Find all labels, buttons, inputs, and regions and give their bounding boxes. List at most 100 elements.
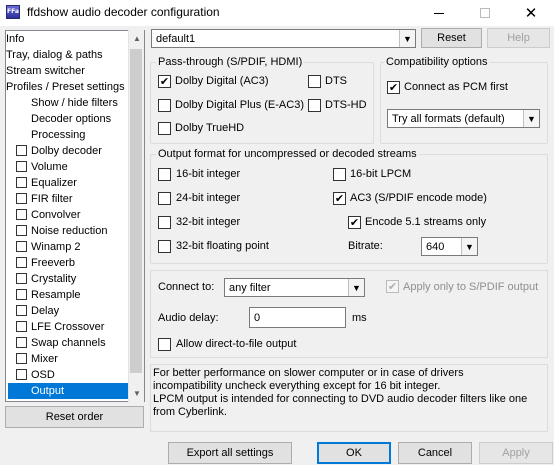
dolby-digital-plus-checkbox[interactable]: [158, 99, 171, 112]
connect-to-value: any filter: [229, 281, 271, 294]
tree-item[interactable]: Processing: [6, 127, 129, 143]
int32-checkbox[interactable]: [158, 216, 171, 229]
tree-item-checkbox[interactable]: [16, 321, 27, 332]
tree-item-label: About: [6, 399, 35, 401]
audio-delay-label: Audio delay:: [158, 312, 219, 324]
tree-item-checkbox[interactable]: [16, 257, 27, 268]
tree-item-checkbox[interactable]: [16, 305, 27, 316]
dolby-digital-plus-label: Dolby Digital Plus (E-AC3): [175, 99, 304, 111]
preset-select[interactable]: default1 ▼: [151, 29, 416, 48]
minimize-button[interactable]: [416, 0, 462, 26]
tree-item[interactable]: Mixer: [6, 351, 129, 367]
tree-item[interactable]: Convolver: [6, 207, 129, 223]
tree-item-checkbox[interactable]: [16, 337, 27, 348]
info-line: from Cyberlink.: [153, 406, 227, 418]
settings-tree[interactable]: Info Tray, dialog & paths Stream switcher P…: [5, 30, 145, 402]
scrollbar-thumb[interactable]: [130, 49, 142, 373]
tree-item-checkbox[interactable]: [16, 369, 27, 380]
tree-item[interactable]: Decoder options: [6, 111, 129, 127]
tree-item[interactable]: Equalizer: [6, 175, 129, 191]
tree-item-label: Swap channels: [31, 337, 106, 349]
tree-item[interactable]: LFE Crossover: [6, 319, 129, 335]
lpcm16-label: 16-bit LPCM: [350, 168, 412, 180]
scroll-down-arrow-icon[interactable]: ▼: [129, 385, 145, 402]
encode51-checkbox[interactable]: ✔: [348, 216, 361, 229]
tree-item[interactable]: Stream switcher: [6, 63, 129, 79]
check-icon: ✔: [387, 280, 398, 293]
tree-item[interactable]: Noise reduction: [6, 223, 129, 239]
tree-item-checkbox[interactable]: [16, 225, 27, 236]
minimize-icon: [434, 12, 444, 14]
bitrate-label: Bitrate:: [348, 240, 383, 252]
tree-item-checkbox[interactable]: [16, 177, 27, 188]
preset-value: default1: [156, 32, 196, 45]
tree-item[interactable]: Crystality: [6, 271, 129, 287]
scroll-up-arrow-icon[interactable]: ▲: [129, 30, 145, 47]
audio-delay-input[interactable]: 0: [249, 307, 346, 328]
direct-file-label: Allow direct-to-file output: [176, 338, 297, 350]
tree-item[interactable]: Output: [8, 383, 129, 399]
dts-checkbox[interactable]: [308, 75, 321, 88]
direct-file-checkbox[interactable]: [158, 338, 171, 351]
tree-item-checkbox[interactable]: [16, 145, 27, 156]
int16-checkbox[interactable]: [158, 168, 171, 181]
dolby-truehd-checkbox[interactable]: [158, 122, 171, 135]
tree-item[interactable]: Dolby decoder: [6, 143, 129, 159]
tree-item-checkbox[interactable]: [16, 273, 27, 284]
tree-item-label: Equalizer: [31, 177, 77, 189]
tree-item-label: Show / hide filters: [31, 97, 118, 109]
int16-label: 16-bit integer: [176, 168, 241, 180]
int32-label: 32-bit integer: [176, 216, 241, 228]
compatibility-title: Compatibility options: [384, 56, 490, 69]
tree-item[interactable]: FIR filter: [6, 191, 129, 207]
check-icon: ✔: [388, 81, 399, 94]
export-settings-button[interactable]: Export all settings: [168, 442, 292, 464]
tree-item[interactable]: Info: [6, 31, 129, 47]
dts-hd-checkbox[interactable]: [308, 99, 321, 112]
tree-item[interactable]: Volume: [6, 159, 129, 175]
cancel-button[interactable]: Cancel: [398, 442, 472, 464]
tree-item-checkbox[interactable]: [16, 289, 27, 300]
ok-button[interactable]: OK: [317, 442, 391, 464]
tree-item[interactable]: Freeverb: [6, 255, 129, 271]
reset-order-button[interactable]: Reset order: [5, 406, 144, 428]
bitrate-select[interactable]: 640 ▼: [421, 237, 478, 256]
lpcm16-checkbox[interactable]: [333, 168, 346, 181]
tree-item[interactable]: OSD: [6, 367, 129, 383]
formats-select[interactable]: Try all formats (default) ▼: [387, 109, 540, 128]
tree-item-checkbox[interactable]: [16, 241, 27, 252]
tree-item-checkbox[interactable]: [16, 353, 27, 364]
maximize-icon: [480, 8, 490, 18]
maximize-button[interactable]: [462, 0, 508, 26]
tree-item[interactable]: Resample: [6, 287, 129, 303]
compatibility-group: [380, 62, 548, 144]
tree-item[interactable]: Profiles / Preset settings: [6, 79, 129, 95]
int24-checkbox[interactable]: [158, 192, 171, 205]
tree-item[interactable]: Show / hide filters: [6, 95, 129, 111]
connect-pcm-checkbox[interactable]: ✔: [387, 81, 400, 94]
dts-label: DTS: [325, 75, 347, 87]
tree-item-label: OSD: [31, 369, 55, 381]
tree-item-checkbox[interactable]: [16, 161, 27, 172]
info-line: LPCM output is intended for connecting t…: [153, 393, 528, 405]
bitrate-value: 640: [426, 240, 445, 253]
tree-item-checkbox[interactable]: [16, 209, 27, 220]
connect-to-select[interactable]: any filter ▼: [224, 278, 365, 297]
float32-label: 32-bit floating point: [176, 240, 269, 252]
ac3-checkbox[interactable]: ✔: [333, 192, 346, 205]
tree-item[interactable]: About: [6, 399, 129, 401]
tree-item-checkbox[interactable]: [16, 193, 27, 204]
dolby-truehd-label: Dolby TrueHD: [175, 122, 245, 134]
close-button[interactable]: ✕: [508, 0, 554, 26]
dolby-digital-checkbox[interactable]: ✔: [158, 75, 171, 88]
apply-button: Apply: [479, 442, 553, 464]
reset-button[interactable]: Reset: [421, 28, 482, 48]
tree-item[interactable]: Delay: [6, 303, 129, 319]
float32-checkbox[interactable]: [158, 240, 171, 253]
tree-item-label: LFE Crossover: [31, 321, 105, 333]
tree-item[interactable]: Swap channels: [6, 335, 129, 351]
tree-item[interactable]: Tray, dialog & paths: [6, 47, 129, 63]
app-icon: FFa: [6, 5, 20, 19]
tree-item[interactable]: Winamp 2: [6, 239, 129, 255]
tree-item-label: Stream switcher: [6, 65, 85, 77]
